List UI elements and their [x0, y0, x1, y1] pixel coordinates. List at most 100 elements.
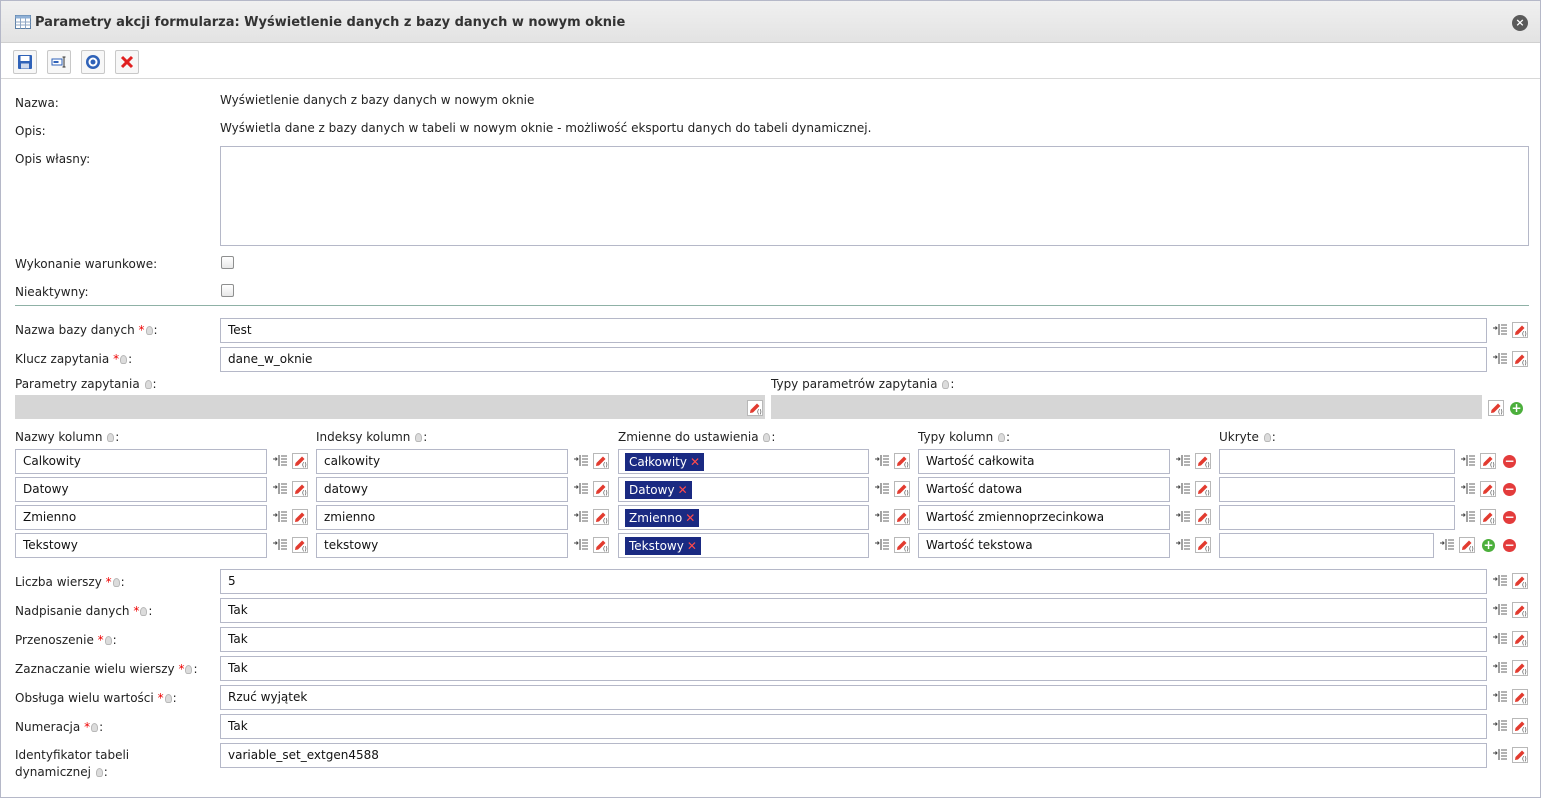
variable-field[interactable]: Całkowity ✕	[618, 449, 869, 474]
remove-row-icon[interactable]: −	[1503, 483, 1516, 496]
map-variable-icon[interactable]	[272, 453, 288, 469]
hidden-input[interactable]	[1219, 505, 1455, 530]
edit-expression-icon[interactable]: ()	[894, 453, 910, 469]
map-variable-icon[interactable]	[1492, 747, 1508, 763]
column-name-input[interactable]: Calkowity	[15, 449, 267, 474]
map-variable-icon[interactable]	[1460, 509, 1476, 525]
rows-count-input[interactable]: 5	[220, 569, 1487, 594]
map-variable-icon[interactable]	[573, 537, 589, 553]
edit-expression-icon[interactable]: ()	[1512, 631, 1528, 647]
column-index-input[interactable]: tekstowy	[316, 533, 568, 558]
conditional-execution-checkbox[interactable]	[221, 256, 234, 269]
save-button[interactable]	[13, 50, 37, 74]
edit-expression-icon[interactable]: ()	[894, 509, 910, 525]
edit-expression-icon[interactable]: ()	[1512, 322, 1528, 338]
variable-field[interactable]: Zmienno ✕	[618, 505, 869, 530]
map-variable-icon[interactable]	[874, 453, 890, 469]
map-variable-icon[interactable]	[1460, 453, 1476, 469]
query-params-field[interactable]	[15, 395, 765, 419]
edit-expression-icon[interactable]: ()	[1195, 453, 1211, 469]
add-row-icon[interactable]: +	[1482, 539, 1495, 552]
edit-expression-icon[interactable]: ()	[1480, 453, 1496, 469]
table-id-input[interactable]: variable_set_extgen4588	[220, 743, 1487, 768]
map-variable-icon[interactable]	[1492, 351, 1508, 367]
column-type-input[interactable]: Wartość całkowita	[918, 449, 1170, 474]
edit-expression-icon[interactable]: ()	[1512, 351, 1528, 367]
wrap-input[interactable]: Tak	[220, 627, 1487, 652]
edit-expression-icon[interactable]: ()	[1195, 509, 1211, 525]
add-param-icon[interactable]: +	[1510, 402, 1523, 415]
close-icon[interactable]: ×	[1512, 15, 1528, 31]
remove-tag-icon[interactable]: ✕	[690, 455, 700, 469]
edit-expression-icon[interactable]: ()	[593, 453, 609, 469]
map-variable-icon[interactable]	[1492, 573, 1508, 589]
edit-expression-icon[interactable]: ()	[292, 481, 308, 497]
edit-expression-icon[interactable]: ()	[894, 481, 910, 497]
map-variable-icon[interactable]	[272, 537, 288, 553]
map-variable-icon[interactable]	[1175, 481, 1191, 497]
query-key-input[interactable]: dane_w_oknie	[220, 347, 1487, 372]
remove-tag-icon[interactable]: ✕	[685, 511, 695, 525]
remove-row-icon[interactable]: −	[1503, 511, 1516, 524]
column-name-input[interactable]: Datowy	[15, 477, 267, 502]
inactive-checkbox[interactable]	[221, 284, 234, 297]
map-variable-icon[interactable]	[1439, 537, 1455, 553]
edit-expression-icon[interactable]: ()	[1512, 602, 1528, 618]
map-variable-icon[interactable]	[874, 509, 890, 525]
title-bar[interactable]: Parametry akcji formularza: Wyświetlenie…	[1, 1, 1540, 43]
column-index-input[interactable]: datowy	[316, 477, 568, 502]
edit-expression-icon[interactable]: ()	[1512, 660, 1528, 676]
edit-expression-icon[interactable]: ()	[747, 400, 763, 416]
hidden-input[interactable]	[1219, 477, 1455, 502]
column-name-input[interactable]: Tekstowy	[15, 533, 267, 558]
map-variable-icon[interactable]	[1492, 602, 1508, 618]
edit-expression-icon[interactable]: ()	[1512, 747, 1528, 763]
edit-expression-icon[interactable]: ()	[1195, 481, 1211, 497]
help-button[interactable]	[81, 50, 105, 74]
edit-expression-icon[interactable]: ()	[1459, 537, 1475, 553]
map-variable-icon[interactable]	[874, 537, 890, 553]
map-variable-icon[interactable]	[874, 481, 890, 497]
map-variable-icon[interactable]	[1492, 322, 1508, 338]
map-variable-icon[interactable]	[272, 509, 288, 525]
edit-expression-icon[interactable]: ()	[593, 481, 609, 497]
remove-tag-icon[interactable]: ✕	[687, 539, 697, 553]
remove-tag-icon[interactable]: ✕	[678, 483, 688, 497]
map-variable-icon[interactable]	[1175, 537, 1191, 553]
variable-field[interactable]: Datowy ✕	[618, 477, 869, 502]
edit-expression-icon[interactable]: ()	[1488, 400, 1504, 416]
edit-expression-icon[interactable]: ()	[1480, 509, 1496, 525]
delete-button[interactable]	[115, 50, 139, 74]
edit-expression-icon[interactable]: ()	[593, 509, 609, 525]
edit-expression-icon[interactable]: ()	[292, 509, 308, 525]
numbering-input[interactable]: Tak	[220, 714, 1487, 739]
map-variable-icon[interactable]	[1175, 453, 1191, 469]
map-variable-icon[interactable]	[1460, 481, 1476, 497]
map-variable-icon[interactable]	[1492, 660, 1508, 676]
query-param-types-field[interactable]	[771, 395, 1482, 419]
column-index-input[interactable]: calkowity	[316, 449, 568, 474]
column-index-input[interactable]: zmienno	[316, 505, 568, 530]
multivalue-input[interactable]: Rzuć wyjątek	[220, 685, 1487, 710]
remove-row-icon[interactable]: −	[1503, 539, 1516, 552]
edit-expression-icon[interactable]: ()	[1480, 481, 1496, 497]
edit-expression-icon[interactable]: ()	[1195, 537, 1211, 553]
map-variable-icon[interactable]	[1492, 631, 1508, 647]
column-type-input[interactable]: Wartość zmiennoprzecinkowa	[918, 505, 1170, 530]
edit-expression-icon[interactable]: ()	[292, 537, 308, 553]
edit-expression-icon[interactable]: ()	[894, 537, 910, 553]
edit-expression-icon[interactable]: ()	[593, 537, 609, 553]
map-variable-icon[interactable]	[1175, 509, 1191, 525]
hidden-input[interactable]	[1219, 533, 1434, 558]
edit-expression-icon[interactable]: ()	[292, 453, 308, 469]
edit-expression-icon[interactable]: ()	[1512, 689, 1528, 705]
map-variable-icon[interactable]	[573, 453, 589, 469]
column-name-input[interactable]: Zmienno	[15, 505, 267, 530]
map-variable-icon[interactable]	[573, 509, 589, 525]
column-type-input[interactable]: Wartość datowa	[918, 477, 1170, 502]
remove-row-icon[interactable]: −	[1503, 455, 1516, 468]
variable-field[interactable]: Tekstowy ✕	[618, 533, 869, 558]
map-variable-icon[interactable]	[272, 481, 288, 497]
own-description-textarea[interactable]	[220, 146, 1529, 246]
rename-button[interactable]	[47, 50, 71, 74]
